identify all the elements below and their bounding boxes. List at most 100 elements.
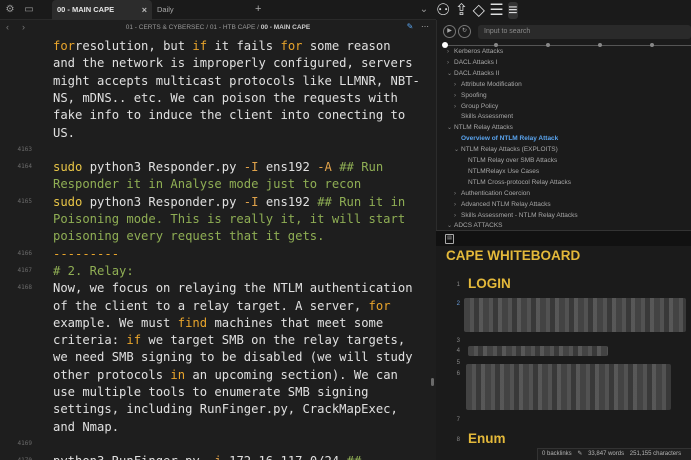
outline-item[interactable]: ⌄ ADCS ATTACKS bbox=[447, 221, 503, 230]
scrollbar-thumb[interactable] bbox=[431, 378, 434, 386]
code-line[interactable]: example. We must find machines that meet… bbox=[53, 315, 423, 332]
code-line[interactable]: settings, including RunFinger.py, CrackM… bbox=[53, 401, 423, 418]
search-input[interactable]: Input to search bbox=[478, 25, 691, 39]
tag-icon[interactable]: ◇ bbox=[473, 2, 485, 19]
code-line[interactable]: of the client to a relay target. A serve… bbox=[53, 298, 423, 315]
close-tab-icon[interactable]: × bbox=[142, 0, 147, 20]
status-bar: 0 backlinks ✎ 33,847 words 251,155 chara… bbox=[537, 448, 691, 460]
outline-item[interactable]: ⌄ NTLM Relay Attacks (EXPLOITS) bbox=[454, 145, 558, 155]
whiteboard-title: CAPE WHITEBOARD bbox=[446, 248, 581, 263]
blurred-content bbox=[468, 346, 608, 356]
code-line[interactable]: we need SMB signing to be disabled (we w… bbox=[53, 349, 423, 366]
line-number: 4169 bbox=[17, 439, 32, 447]
outline-item[interactable]: › Authentication Coercion bbox=[454, 189, 530, 199]
outline-item-label: NTLM Cross-protocol Relay Attacks bbox=[468, 178, 571, 186]
chevron-right-icon[interactable]: › bbox=[447, 48, 454, 57]
code-line[interactable]: and the network is improperly configured… bbox=[53, 55, 423, 72]
outline-item-label: Attribute Modification bbox=[461, 80, 522, 88]
chevron-right-icon[interactable]: › bbox=[454, 92, 461, 101]
code-line[interactable]: fake info to induce the client into cone… bbox=[53, 107, 423, 124]
code-line[interactable]: sudo python3 Responder.py -I ens192 ## R… bbox=[53, 194, 423, 211]
code-line[interactable]: other protocols in an upcoming section).… bbox=[53, 367, 423, 384]
code-line[interactable]: Poisoning mode. This is really it, it wi… bbox=[53, 211, 423, 228]
code-line[interactable]: poisoning every request that it gets. bbox=[53, 228, 423, 245]
code-token: for bbox=[53, 39, 76, 53]
pencil-icon[interactable]: ✎ bbox=[577, 451, 582, 457]
line-number: 4168 bbox=[17, 284, 32, 292]
sidebar-toggle-icon[interactable]: ▭ bbox=[22, 3, 36, 17]
code-line[interactable]: python3 RunFinger.py -i 172.16.117.0/24 … bbox=[53, 453, 423, 460]
settings-icon[interactable]: ⚙ bbox=[3, 3, 17, 17]
code-token: # 2. Relay: bbox=[53, 263, 134, 278]
editor-pane[interactable]: forresolution, but if it fails for some … bbox=[0, 35, 436, 460]
file-icon[interactable]: ▤ bbox=[445, 234, 454, 244]
chevron-right-icon[interactable]: › bbox=[454, 190, 461, 199]
outline-item[interactable]: › DACL Attacks I bbox=[447, 58, 497, 68]
new-tab-button[interactable]: + bbox=[255, 0, 261, 19]
level-slider[interactable] bbox=[442, 42, 691, 48]
code-line[interactable]: and Nmap. bbox=[53, 419, 423, 436]
share-icon[interactable]: ⇪ bbox=[455, 2, 468, 19]
code-line[interactable]: Now, we focus on relaying the NTLM authe… bbox=[53, 280, 423, 297]
users-icon[interactable]: ⚇ bbox=[436, 2, 450, 19]
refresh-icon[interactable]: ↻ bbox=[458, 25, 471, 38]
code-line[interactable]: sudo python3 Responder.py -I ens192 -A #… bbox=[53, 159, 423, 176]
code-line[interactable]: criteria: if we target SMB on the relay … bbox=[53, 332, 423, 349]
code-line[interactable]: might accepts multicast protocols like L… bbox=[53, 73, 423, 90]
code-line[interactable]: use multiple tools to enumerate SMB sign… bbox=[53, 384, 423, 401]
code-token: we target SMB on the relay targets, bbox=[141, 333, 406, 348]
outline-item[interactable]: › Spoofing bbox=[454, 91, 487, 101]
outline-item[interactable]: › Attribute Modification bbox=[454, 80, 522, 90]
outline-item[interactable]: NTLM Relay over SMB Attacks bbox=[461, 156, 557, 165]
chevron-right-icon[interactable]: › bbox=[447, 59, 454, 68]
code-line[interactable]: # 2. Relay: bbox=[53, 263, 423, 280]
list-icon[interactable]: ☰ bbox=[489, 2, 503, 19]
outline-item-label: Overview of NTLM Relay Attack bbox=[461, 135, 559, 143]
play-icon[interactable]: ▶ bbox=[443, 25, 456, 38]
outline-item[interactable]: › Group Policy bbox=[454, 102, 498, 112]
chevron-down-icon[interactable]: ⌄ bbox=[417, 3, 431, 17]
code-token: machines that meet some bbox=[207, 315, 384, 330]
code-token: poisoning every request that it gets. bbox=[53, 229, 325, 244]
code-line[interactable]: --------- bbox=[53, 246, 423, 263]
code-token: ens192 bbox=[258, 160, 318, 175]
outline-item[interactable]: › Advanced NTLM Relay Attacks bbox=[454, 200, 551, 210]
line-number: 4166 bbox=[17, 249, 32, 257]
code-line[interactable]: NS, mDNS.. etc. We can poison the reques… bbox=[53, 90, 423, 107]
code-token: other protocols bbox=[53, 367, 171, 382]
outline-item[interactable]: Skills Assessment bbox=[454, 112, 513, 121]
chevron-down-icon[interactable]: ⌄ bbox=[447, 124, 454, 133]
outline-item[interactable]: Overview of NTLM Relay Attack bbox=[454, 134, 558, 143]
code-line[interactable]: forresolution, but if it fails for some … bbox=[53, 38, 423, 55]
chevron-right-icon[interactable]: › bbox=[454, 201, 461, 210]
edit-icon[interactable]: ✎ bbox=[405, 22, 415, 32]
breadcrumb-item[interactable]: 01 - HTB CAPE bbox=[210, 24, 256, 31]
code-line[interactable]: US. bbox=[53, 125, 423, 142]
blurred-content bbox=[466, 364, 671, 410]
outline-item[interactable]: › Kerberos Attacks bbox=[447, 47, 503, 57]
code-token: -i bbox=[207, 454, 222, 460]
chevron-down-icon[interactable]: ⌄ bbox=[454, 146, 461, 155]
chevron-right-icon[interactable]: › bbox=[454, 81, 461, 90]
whiteboard-header: ▤ bbox=[436, 230, 691, 246]
code-token: fake info to induce the client into cone… bbox=[53, 108, 406, 123]
breadcrumb-item[interactable]: 01 - CERTS & CYBERSEC bbox=[126, 24, 205, 31]
outline-item[interactable]: NTLMRelayx Use Cases bbox=[461, 167, 539, 176]
outline-icon[interactable]: ≡ bbox=[508, 2, 518, 19]
chevron-right-icon[interactable]: › bbox=[454, 212, 461, 221]
more-options-icon[interactable]: ⋯ bbox=[420, 22, 430, 32]
code-token: for bbox=[280, 39, 303, 53]
tab-daily[interactable]: Daily bbox=[152, 0, 247, 20]
code-line[interactable]: Responder it in Analyse mode just to rec… bbox=[53, 176, 423, 193]
code-token: ## bbox=[347, 454, 362, 460]
chevron-right-icon[interactable]: › bbox=[454, 103, 461, 112]
outline-item[interactable]: ⌄ NTLM Relay Attacks bbox=[447, 123, 513, 133]
chevron-down-icon[interactable]: ⌄ bbox=[447, 222, 454, 230]
tab-main-cape[interactable]: 00 - MAIN CAPE × bbox=[52, 0, 152, 20]
backlinks-count[interactable]: 0 backlinks bbox=[542, 451, 572, 457]
outline-item[interactable]: › Skills Assessment - NTLM Relay Attacks bbox=[454, 211, 578, 221]
whiteboard-pane[interactable]: CAPE WHITEBOARD 1 LOGIN 2 3 4 5 6 7 8 En… bbox=[436, 246, 691, 460]
chevron-down-icon[interactable]: ⌄ bbox=[447, 70, 454, 79]
outline-item[interactable]: ⌄ DACL Attacks II bbox=[447, 69, 499, 79]
outline-item[interactable]: NTLM Cross-protocol Relay Attacks bbox=[461, 178, 571, 187]
